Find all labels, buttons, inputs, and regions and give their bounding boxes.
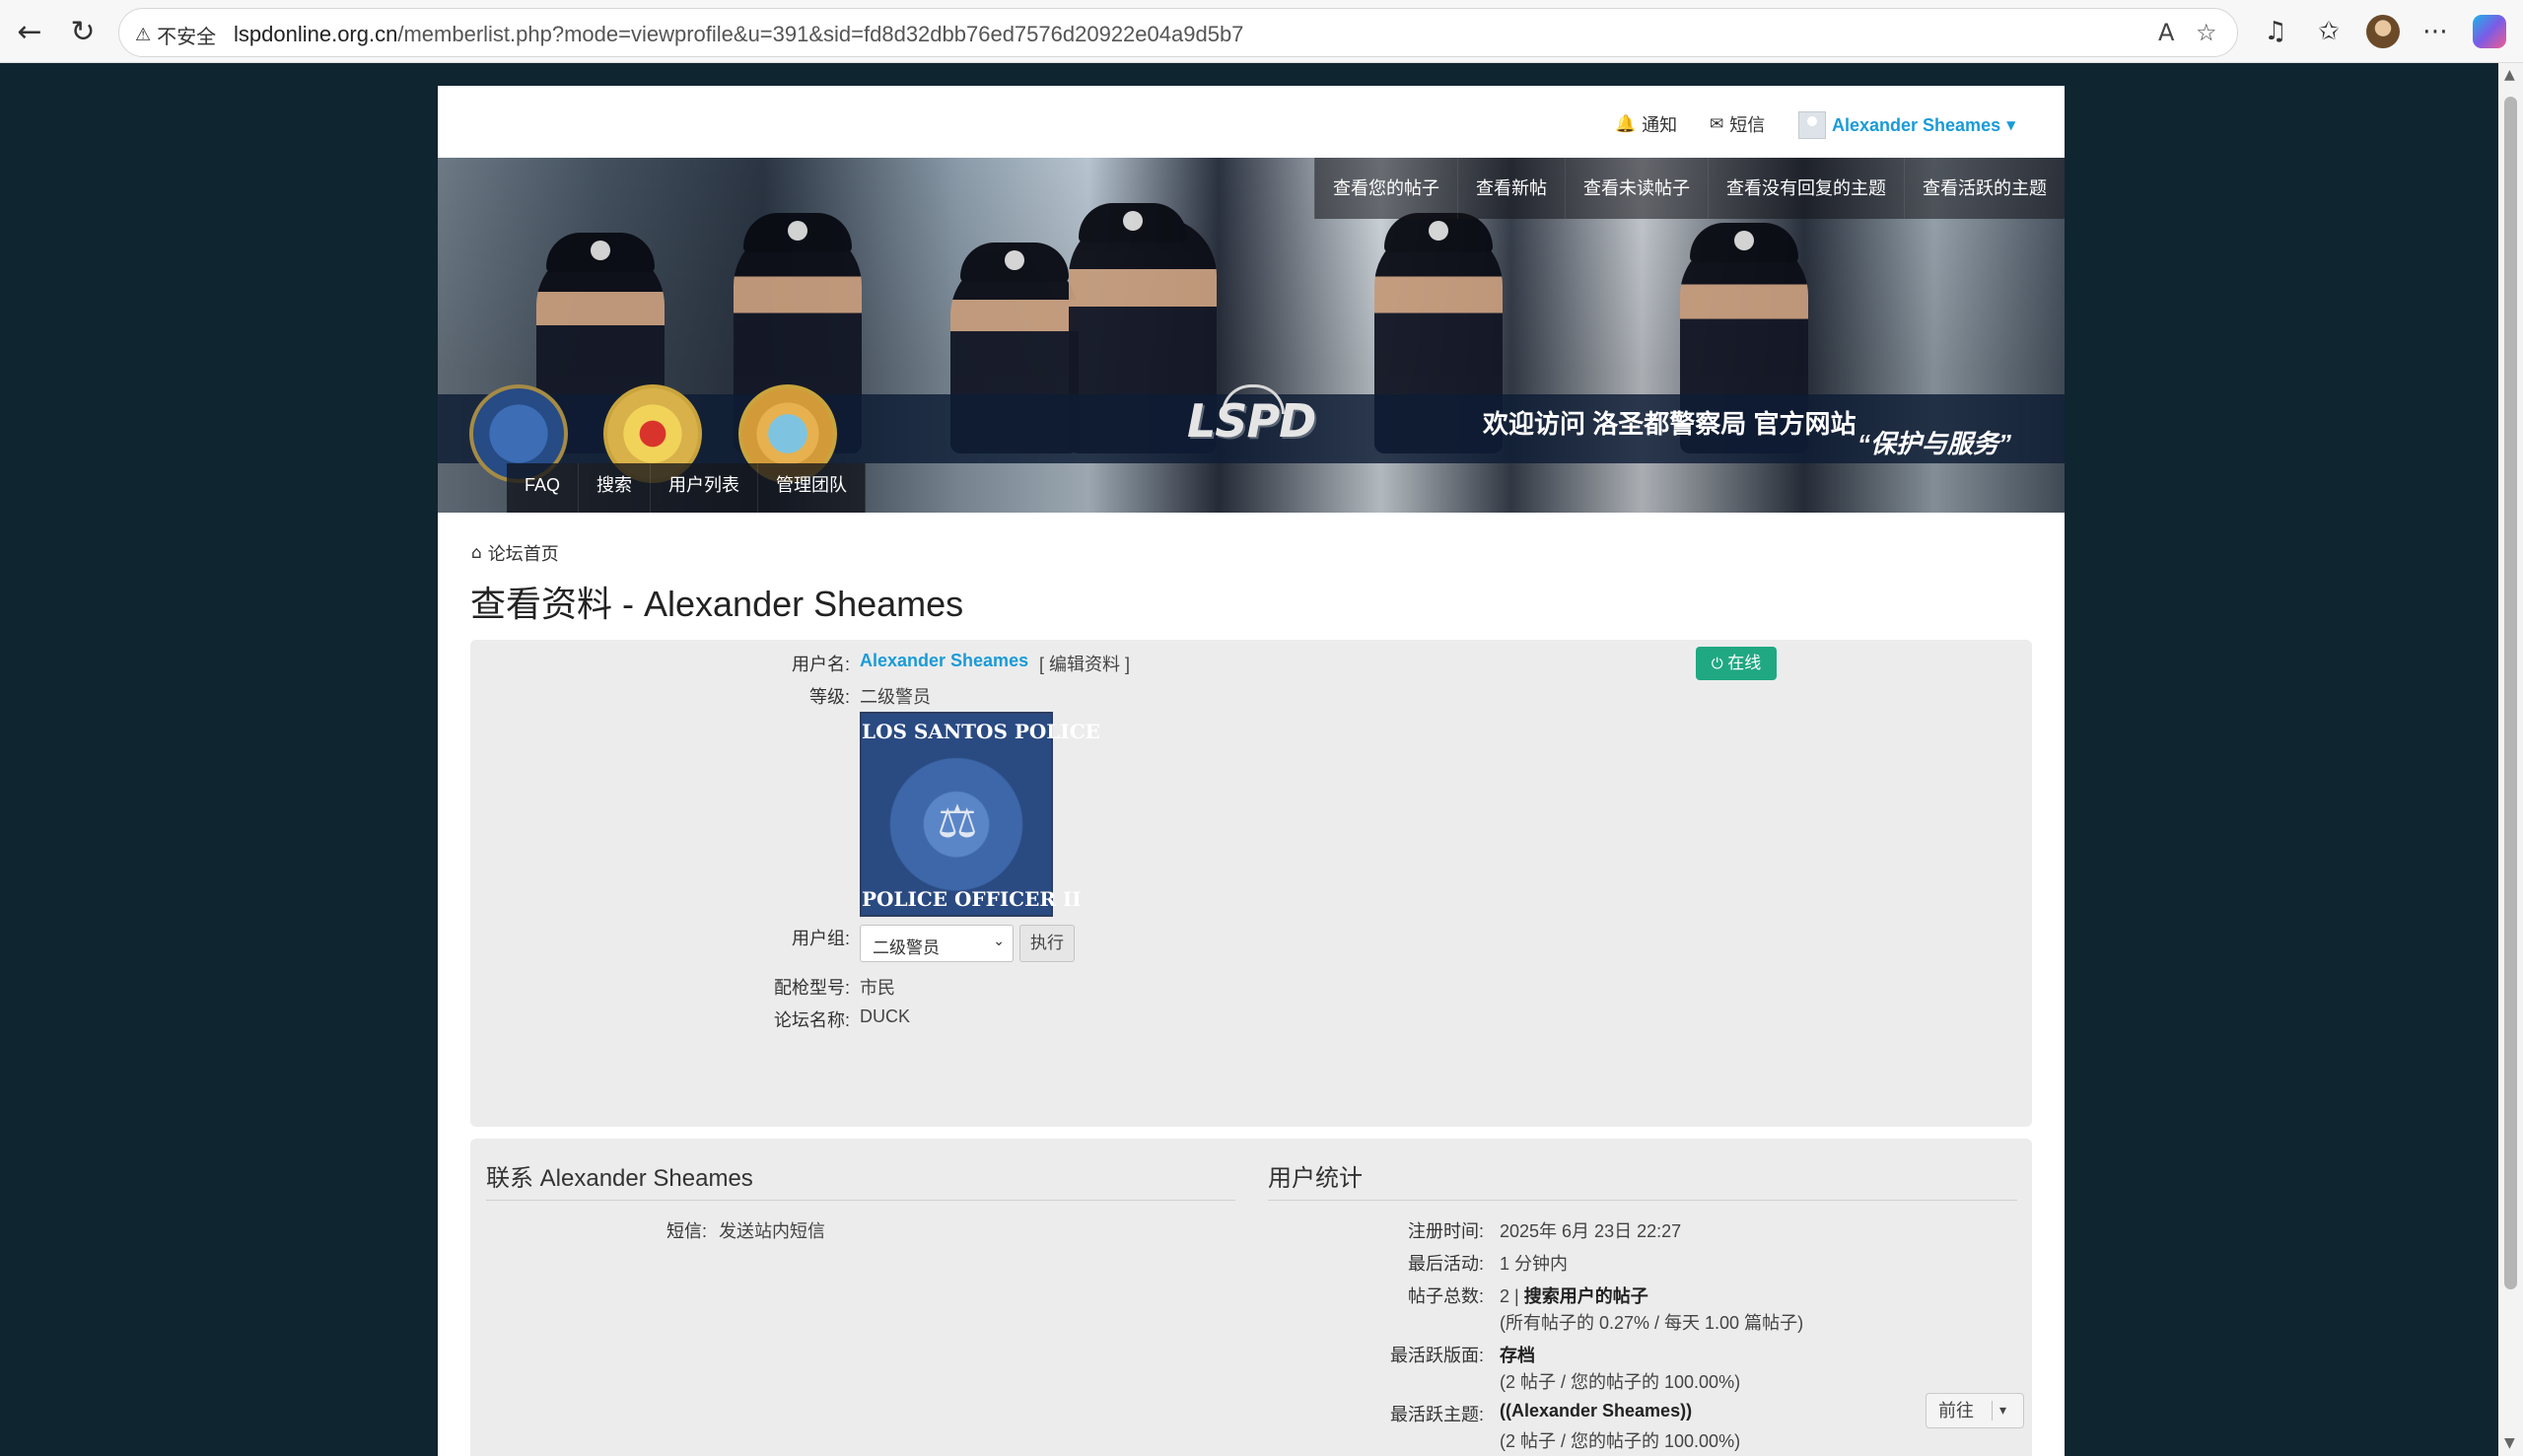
avatar — [1798, 111, 1826, 139]
url-text[interactable]: lspdonline.org.cn/memberlist.php?mode=vi… — [234, 22, 1243, 47]
nav-new-posts[interactable]: 查看新帖 — [1457, 158, 1565, 219]
lspd-logo[interactable]: LSPD — [1187, 394, 1316, 448]
joined-label: 注册时间: — [1407, 1221, 1484, 1241]
messages-link[interactable]: ✉ 短信 — [1710, 111, 1765, 137]
active-forum-label: 最活跃版面: — [1389, 1346, 1484, 1365]
more-menu-icon[interactable]: ⋯ — [2418, 14, 2453, 49]
breadcrumb: ⌂ 论坛首页 — [471, 540, 559, 566]
warning-icon: ⚠ — [135, 25, 152, 45]
chevron-down-icon: ▾ — [1999, 1403, 2007, 1419]
weapon-value: 市民 — [860, 978, 895, 998]
favorite-star-icon[interactable]: ☆ — [2196, 19, 2217, 46]
scrollbar-thumb[interactable] — [2504, 97, 2517, 1289]
favorites-icon[interactable]: ✩ — [2311, 14, 2347, 49]
rank-image-title: LOS SANTOS POLICE — [862, 720, 1100, 743]
power-icon: ⏻ — [1711, 655, 1723, 672]
active-topic-label: 最活跃主题: — [1389, 1405, 1484, 1424]
site-banner: 查看您的帖子 查看新帖 查看未读帖子 查看没有回复的主题 查看活跃的主题 LSP… — [438, 158, 2065, 513]
contact-stats-panel: 联系 Alexander Sheames 短信: 发送站内短信 用户统计 注册时… — [470, 1139, 2032, 1456]
posts-detail: (所有帖子的 0.27% / 每天 1.00 篇帖子) — [1500, 1313, 1804, 1333]
send-pm-link[interactable]: 发送站内短信 — [719, 1217, 825, 1243]
forum-name-label: 论坛名称: — [773, 1010, 850, 1030]
divider — [1992, 1401, 1993, 1421]
username-label: 用户名: — [791, 655, 850, 674]
username-link[interactable]: Alexander Sheames — [860, 651, 1028, 671]
forum-name-value: DUCK — [860, 1006, 911, 1026]
rank-image: LOS SANTOS POLICE ⚖ POLICE OFFICER II — [860, 712, 1100, 917]
group-select[interactable]: 二级警员 ⌄ — [860, 925, 1014, 962]
address-bar[interactable]: ⚠ 不安全 lspdonline.org.cn/memberlist.php?m… — [118, 8, 2238, 57]
active-forum-detail: (2 帖子 / 您的帖子的 100.00%) — [1500, 1372, 1741, 1392]
inbox-icon: ✉ — [1710, 114, 1724, 134]
nav-unanswered[interactable]: 查看没有回复的主题 — [1708, 158, 1904, 219]
page-scrollbar[interactable]: ▲ ▼ — [2498, 63, 2523, 1456]
rank-value: 二级警员 — [860, 687, 931, 707]
posts-count: 2 | 搜索用户的帖子 — [1500, 1286, 1648, 1306]
rank-image-caption: POLICE OFFICER II — [862, 887, 1082, 911]
user-menu[interactable]: Alexander Sheames ▼ — [1798, 111, 2015, 139]
chevron-down-icon: ⌄ — [993, 934, 1005, 949]
nav-memberlist[interactable]: 用户列表 — [651, 463, 759, 513]
pm-label: 短信: — [666, 1221, 707, 1241]
motto-text: “保护与服务” — [1857, 429, 2012, 458]
jump-to-button[interactable]: 前往 ▾ — [1926, 1393, 2024, 1428]
nav-team[interactable]: 管理团队 — [758, 463, 867, 513]
divider — [1268, 1200, 2017, 1201]
chevron-down-icon: ▼ — [2006, 118, 2016, 132]
edit-profile-link[interactable]: [ 编辑资料 ] — [1039, 651, 1130, 676]
reload-icon[interactable]: ↻ — [65, 14, 101, 49]
media-icon[interactable]: ♫ — [2258, 14, 2293, 49]
weapon-label: 配枪型号: — [773, 978, 850, 998]
contact-title: 联系 Alexander Sheames — [486, 1165, 753, 1192]
group-label: 用户组: — [791, 929, 850, 948]
copilot-icon[interactable] — [2473, 15, 2506, 48]
nav-search[interactable]: 搜索 — [579, 463, 652, 513]
divider — [486, 1200, 1235, 1201]
bell-icon: 🔔 — [1615, 114, 1637, 134]
online-status-badge: ⏻ 在线 — [1696, 647, 1777, 680]
active-forum-link[interactable]: 存档 — [1500, 1342, 1535, 1367]
main-nav: FAQ 搜索 用户列表 管理团队 — [507, 463, 867, 513]
stats-title: 用户统计 — [1268, 1165, 1363, 1192]
profile-panel: 用户名: Alexander Sheames [ 编辑资料 ] 等级: 二级警员… — [470, 640, 2032, 1127]
welcome-text: 欢迎访问 洛圣都警察局 官方网站 — [1483, 409, 1857, 439]
breadcrumb-home[interactable]: 论坛首页 — [488, 540, 559, 566]
execute-button[interactable]: 执行 — [1019, 925, 1075, 962]
notifications-link[interactable]: 🔔 通知 — [1615, 111, 1677, 137]
search-user-posts-link[interactable]: 搜索用户的帖子 — [1524, 1286, 1648, 1306]
security-warning[interactable]: ⚠ 不安全 — [135, 21, 216, 49]
scales-icon: ⚖ — [937, 795, 978, 848]
profile-avatar[interactable] — [2366, 15, 2400, 48]
rank-label: 等级: — [808, 687, 850, 707]
nav-active-topics[interactable]: 查看活跃的主题 — [1904, 158, 2065, 219]
forum-page: 🔔 通知 ✉ 短信 Alexander Sheames ▼ 查看您的帖子 查看新… — [438, 86, 2065, 1456]
nav-own-posts[interactable]: 查看您的帖子 — [1314, 158, 1457, 219]
active-topic-link[interactable]: ((Alexander Sheames)) — [1500, 1401, 1692, 1421]
active-topic-detail: (2 帖子 / 您的帖子的 100.00%) — [1500, 1431, 1741, 1451]
last-active-label: 最后活动: — [1407, 1254, 1484, 1274]
read-aloud-icon[interactable]: A — [2158, 19, 2174, 46]
posts-label: 帖子总数: — [1407, 1286, 1484, 1306]
joined-value: 2025年 6月 23日 22:27 — [1500, 1221, 1682, 1241]
browser-toolbar: ← ↻ ⚠ 不安全 lspdonline.org.cn/memberlist.p… — [0, 0, 2523, 63]
back-icon[interactable]: ← — [12, 14, 47, 49]
home-icon: ⌂ — [471, 543, 482, 563]
quick-links-nav: 查看您的帖子 查看新帖 查看未读帖子 查看没有回复的主题 查看活跃的主题 — [1314, 158, 2065, 219]
user-bar: 🔔 通知 ✉ 短信 Alexander Sheames ▼ — [438, 86, 2065, 158]
nav-faq[interactable]: FAQ — [507, 463, 580, 513]
page-title: 查看资料 - Alexander Sheames — [470, 584, 964, 624]
nav-unread-posts[interactable]: 查看未读帖子 — [1565, 158, 1708, 219]
scroll-down-icon[interactable]: ▼ — [2504, 1435, 2515, 1451]
last-active-value: 1 分钟内 — [1500, 1254, 1569, 1274]
scroll-up-icon[interactable]: ▲ — [2504, 67, 2515, 83]
